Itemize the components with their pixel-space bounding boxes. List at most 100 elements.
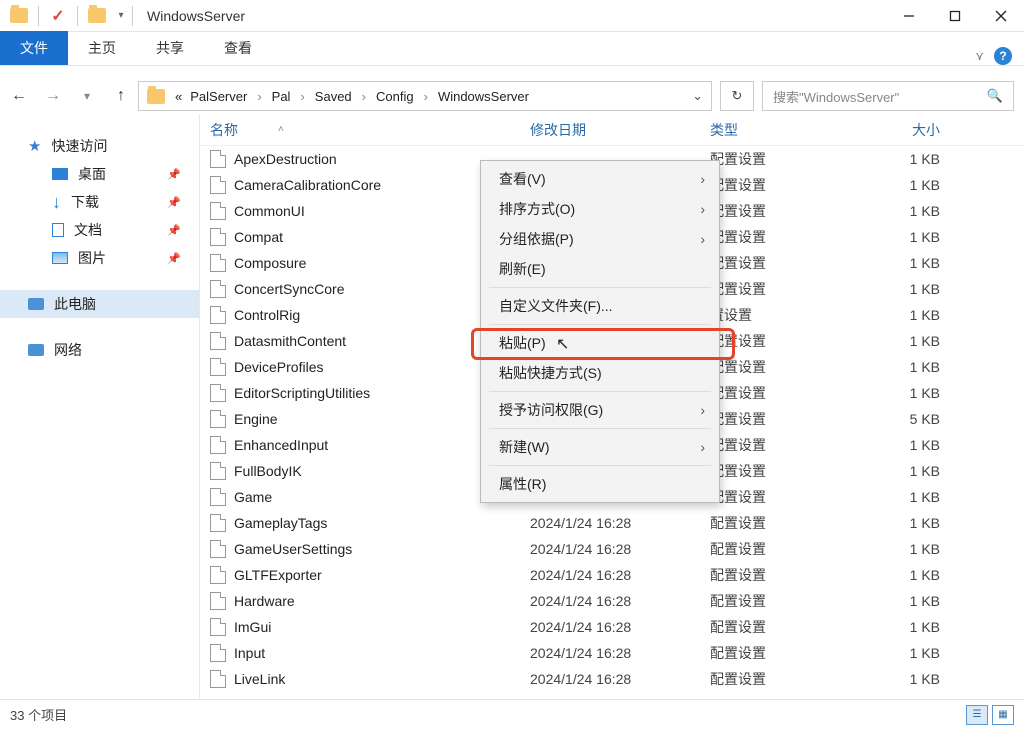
- tab-share[interactable]: 共享: [136, 31, 204, 65]
- file-size: 1 KB: [850, 307, 940, 323]
- view-details-button[interactable]: ☰: [966, 705, 988, 725]
- sidebar-item-this-pc[interactable]: 此电脑: [0, 290, 199, 318]
- chevron-right-icon: ›: [700, 231, 705, 247]
- ini-file-icon: [210, 488, 226, 506]
- breadcrumb-overflow[interactable]: [173, 89, 184, 104]
- menu-paste[interactable]: 粘贴(P): [481, 328, 719, 358]
- separator: [132, 6, 133, 26]
- menu-group[interactable]: 分组依据(P)›: [481, 224, 719, 254]
- file-type: 配置设置: [710, 331, 850, 351]
- chevron-right-icon: ›: [700, 439, 705, 455]
- file-name: Hardware: [234, 593, 295, 609]
- separator: [38, 6, 39, 26]
- column-header-size[interactable]: 大小: [850, 120, 940, 140]
- search-input[interactable]: 搜索"WindowsServer" 🔍: [762, 81, 1014, 111]
- file-row[interactable]: LiveLink2024/1/24 16:28配置设置1 KB: [200, 666, 1024, 692]
- sidebar-item-downloads[interactable]: ↓下载📌: [0, 188, 199, 216]
- file-type: 置设置: [710, 305, 850, 325]
- breadcrumb-item[interactable]: PalServer: [188, 89, 249, 104]
- tab-file[interactable]: 文件: [0, 31, 68, 65]
- nav-forward-button[interactable]: →: [44, 87, 62, 105]
- file-row[interactable]: Input2024/1/24 16:28配置设置1 KB: [200, 640, 1024, 666]
- breadcrumb-item[interactable]: Saved: [313, 89, 354, 104]
- sidebar-item-label: 快速访问: [51, 136, 107, 156]
- nav-up-button[interactable]: ↑: [112, 87, 130, 105]
- file-type: 配置设置: [710, 539, 850, 559]
- sidebar-item-desktop[interactable]: 桌面📌: [0, 160, 199, 188]
- maximize-button[interactable]: [932, 1, 978, 31]
- sidebar-item-pictures[interactable]: 图片📌: [0, 244, 199, 272]
- ini-file-icon: [210, 228, 226, 246]
- sidebar-quick-access[interactable]: ★快速访问: [0, 132, 199, 160]
- ini-file-icon: [210, 436, 226, 454]
- file-row[interactable]: GameUserSettings2024/1/24 16:28配置设置1 KB: [200, 536, 1024, 562]
- file-type: 配置设置: [710, 461, 850, 481]
- view-icons-button[interactable]: ▦: [992, 705, 1014, 725]
- column-headers: 名称˄ 修改日期 类型 大小: [200, 114, 1024, 146]
- search-icon: 🔍: [987, 88, 1003, 104]
- sidebar-item-label: 文档: [74, 220, 102, 240]
- ini-file-icon: [210, 254, 226, 272]
- file-date: 2024/1/24 16:28: [530, 619, 710, 635]
- file-size: 5 KB: [850, 411, 940, 427]
- qat-checkbox-button[interactable]: ✓: [43, 4, 73, 28]
- item-count-label: 33 个项目: [10, 705, 67, 724]
- qat-dropdown[interactable]: ▾: [114, 4, 128, 28]
- menu-separator: [489, 391, 711, 392]
- file-type: 配置设置: [710, 513, 850, 533]
- nav-back-button[interactable]: ←: [10, 87, 28, 105]
- file-row[interactable]: ImGui2024/1/24 16:28配置设置1 KB: [200, 614, 1024, 640]
- file-row[interactable]: GameplayTags2024/1/24 16:28配置设置1 KB: [200, 510, 1024, 536]
- nav-history-dropdown[interactable]: ▾: [78, 89, 96, 103]
- ini-file-icon: [210, 618, 226, 636]
- context-menu: 查看(V)› 排序方式(O)› 分组依据(P)› 刷新(E) 自定义文件夹(F)…: [480, 160, 720, 503]
- ini-file-icon: [210, 540, 226, 558]
- address-dropdown-icon[interactable]: ⌄: [692, 88, 703, 104]
- menu-separator: [489, 287, 711, 288]
- sidebar-item-network[interactable]: 网络: [0, 336, 199, 364]
- qat-folder-button[interactable]: [4, 4, 34, 28]
- breadcrumb-item[interactable]: Pal: [270, 89, 293, 104]
- breadcrumb-item[interactable]: WindowsServer: [436, 89, 531, 104]
- menu-separator: [489, 324, 711, 325]
- sidebar-item-documents[interactable]: 文档📌: [0, 216, 199, 244]
- ini-file-icon: [210, 384, 226, 402]
- menu-paste-shortcut[interactable]: 粘贴快捷方式(S): [481, 358, 719, 388]
- column-header-date[interactable]: 修改日期: [530, 120, 710, 140]
- menu-view[interactable]: 查看(V)›: [481, 164, 719, 194]
- file-size: 1 KB: [850, 359, 940, 375]
- file-name: DeviceProfiles: [234, 359, 323, 375]
- minimize-button[interactable]: [886, 1, 932, 31]
- column-header-name[interactable]: 名称˄: [210, 120, 530, 140]
- breadcrumb-item[interactable]: Config: [374, 89, 416, 104]
- status-bar: 33 个项目 ☰ ▦: [0, 699, 1024, 729]
- refresh-button[interactable]: ↻: [720, 81, 754, 111]
- menu-new[interactable]: 新建(W)›: [481, 432, 719, 462]
- file-row[interactable]: GLTFExporter2024/1/24 16:28配置设置1 KB: [200, 562, 1024, 588]
- folder-icon: [88, 8, 106, 23]
- tab-home[interactable]: 主页: [68, 31, 136, 65]
- file-type: 配置设置: [710, 669, 850, 689]
- file-size: 1 KB: [850, 515, 940, 531]
- close-button[interactable]: [978, 1, 1024, 31]
- menu-customize-folder[interactable]: 自定义文件夹(F)...: [481, 291, 719, 321]
- menu-grant-access[interactable]: 授予访问权限(G)›: [481, 395, 719, 425]
- menu-refresh[interactable]: 刷新(E): [481, 254, 719, 284]
- folder-icon: [147, 89, 165, 104]
- tab-view[interactable]: 查看: [204, 31, 272, 65]
- ribbon-expand-icon[interactable]: ⋎: [975, 49, 984, 63]
- qat-folder2-button[interactable]: [82, 4, 112, 28]
- address-bar[interactable]: PalServer› Pal› Saved› Config› WindowsSe…: [138, 81, 712, 111]
- help-icon[interactable]: ?: [994, 47, 1012, 65]
- file-size: 1 KB: [850, 541, 940, 557]
- column-header-type[interactable]: 类型: [710, 120, 850, 140]
- file-size: 1 KB: [850, 437, 940, 453]
- file-row[interactable]: Hardware2024/1/24 16:28配置设置1 KB: [200, 588, 1024, 614]
- file-type: 配置设置: [710, 253, 850, 273]
- menu-properties[interactable]: 属性(R): [481, 469, 719, 499]
- folder-icon: [10, 8, 28, 23]
- ini-file-icon: [210, 332, 226, 350]
- sidebar-item-label: 此电脑: [54, 294, 96, 314]
- sidebar: ★快速访问 桌面📌 ↓下载📌 文档📌 图片📌 此电脑 网络: [0, 114, 200, 699]
- menu-sort[interactable]: 排序方式(O)›: [481, 194, 719, 224]
